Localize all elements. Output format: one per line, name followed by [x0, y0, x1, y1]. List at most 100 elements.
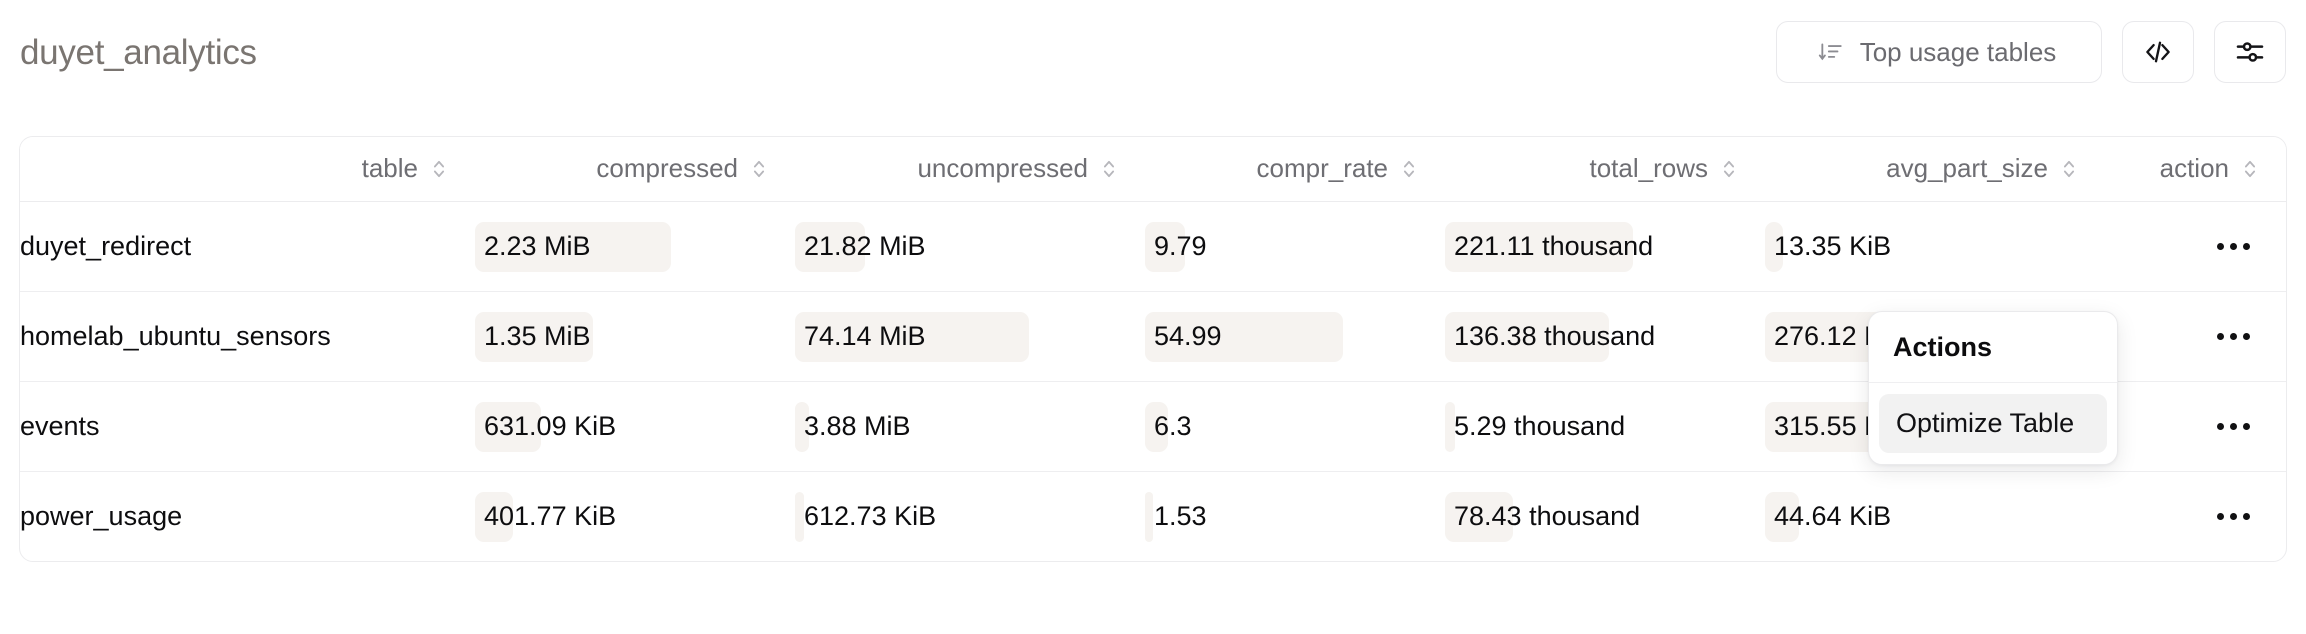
cell-table-name: duyet_redirect — [20, 201, 475, 291]
cell-action — [2105, 380, 2286, 471]
column-header-table-label: table — [361, 153, 418, 184]
column-header-compr-rate-label: compr_rate — [1256, 153, 1389, 184]
column-header-action-label: action — [2159, 153, 2229, 184]
cell-action — [2105, 290, 2286, 381]
sort-chevron-icon — [2063, 160, 2075, 177]
table-name-text: events — [20, 410, 100, 441]
row-actions-popup: Actions Optimize Table — [1868, 311, 2118, 465]
sort-chevron-icon — [1403, 160, 1415, 177]
ellipsis-icon — [2229, 512, 2237, 520]
cell-compressed: 2.23 MiB — [475, 201, 795, 291]
header-actions: Top usage tables — [1776, 21, 2286, 83]
ellipsis-icon — [2229, 242, 2237, 250]
compressed-value: 2.23 MiB — [484, 230, 591, 261]
total-rows-value: 5.29 thousand — [1454, 410, 1626, 441]
table-settings-button[interactable] — [2214, 21, 2286, 83]
ellipsis-icon — [2242, 242, 2250, 250]
cell-compressed: 401.77 KiB — [475, 470, 795, 561]
ellipsis-icon — [2216, 332, 2224, 340]
ellipsis-icon — [2216, 512, 2224, 520]
cell-total-rows: 78.43 thousand — [1445, 470, 1765, 561]
compressed-value: 631.09 KiB — [484, 410, 617, 441]
uncompressed-value: 612.73 KiB — [804, 500, 937, 531]
ellipsis-icon — [2216, 242, 2224, 250]
sort-chevron-icon — [1723, 160, 1735, 177]
cell-compr-rate: 6.3 — [1145, 380, 1445, 471]
page-root: duyet_analytics Top usage tables table c… — [0, 0, 2306, 634]
uncompressed-value: 74.14 MiB — [804, 320, 926, 351]
ellipsis-icon — [2229, 422, 2237, 430]
cell-table-name: power_usage — [20, 470, 475, 561]
cell-total-rows: 221.11 thousand — [1445, 201, 1765, 291]
avg-part-size-value: 44.64 KiB — [1774, 500, 1892, 531]
table-name-text: homelab_ubuntu_sensors — [20, 320, 331, 351]
column-header-uncompressed-label: uncompressed — [917, 153, 1088, 184]
cell-uncompressed: 21.82 MiB — [795, 201, 1145, 291]
actions-popup-title: Actions — [1869, 312, 2117, 383]
cell-action — [2105, 470, 2286, 561]
page-header: duyet_analytics Top usage tables — [0, 0, 2306, 104]
column-header-uncompressed[interactable]: uncompressed — [795, 137, 1145, 202]
sort-chevron-icon — [1103, 160, 1115, 177]
sort-descending-icon — [1818, 39, 1844, 65]
cell-uncompressed: 74.14 MiB — [795, 290, 1145, 381]
row-actions-menu-button[interactable] — [2211, 409, 2255, 443]
ellipsis-icon — [2242, 512, 2250, 520]
compr-rate-value: 9.79 — [1154, 230, 1207, 261]
table-row[interactable]: power_usage 401.77 KiB 612.73 KiB 1.53 7… — [20, 470, 2286, 561]
ellipsis-icon — [2229, 332, 2237, 340]
cell-uncompressed: 3.88 MiB — [795, 380, 1145, 471]
cell-compr-rate: 54.99 — [1145, 290, 1445, 381]
avg-part-size-value: 13.35 KiB — [1774, 230, 1892, 261]
cell-total-rows: 136.38 thousand — [1445, 290, 1765, 381]
uncompressed-value: 21.82 MiB — [804, 230, 926, 261]
compr-rate-value: 1.53 — [1154, 500, 1207, 531]
compr-rate-value: 54.99 — [1154, 320, 1222, 351]
total-rows-value: 78.43 thousand — [1454, 500, 1641, 531]
compressed-value: 1.35 MiB — [484, 320, 591, 351]
cell-compr-rate: 9.79 — [1145, 201, 1445, 291]
column-header-table[interactable]: table — [20, 137, 475, 202]
cell-table-name: events — [20, 380, 475, 471]
total-rows-value: 136.38 thousand — [1454, 320, 1656, 351]
row-actions-menu-button[interactable] — [2211, 229, 2255, 263]
cell-avg-part-size: 44.64 KiB — [1765, 470, 2105, 561]
table-head: table compressed uncompressed compr_rate… — [20, 137, 2286, 202]
column-header-total-rows-label: total_rows — [1589, 153, 1709, 184]
top-usage-tables-button[interactable]: Top usage tables — [1776, 21, 2102, 83]
row-actions-menu-button[interactable] — [2211, 319, 2255, 353]
cell-compressed: 631.09 KiB — [475, 380, 795, 471]
top-usage-tables-label: Top usage tables — [1859, 36, 2057, 67]
cell-total-rows: 5.29 thousand — [1445, 380, 1765, 471]
column-header-compressed-label: compressed — [596, 153, 738, 184]
ellipsis-icon — [2216, 422, 2224, 430]
cell-avg-part-size: 13.35 KiB — [1765, 201, 2105, 291]
code-view-button[interactable] — [2122, 21, 2194, 83]
ellipsis-icon — [2242, 422, 2250, 430]
column-header-total-rows[interactable]: total_rows — [1445, 137, 1765, 202]
ellipsis-icon — [2242, 332, 2250, 340]
column-header-compressed[interactable]: compressed — [475, 137, 795, 202]
compr-rate-value: 6.3 — [1154, 410, 1192, 441]
compressed-value: 401.77 KiB — [484, 500, 617, 531]
table-header-row: table compressed uncompressed compr_rate… — [20, 137, 2286, 202]
row-actions-menu-button[interactable] — [2211, 499, 2255, 533]
table-name-text: duyet_redirect — [20, 230, 192, 261]
cell-table-name: homelab_ubuntu_sensors — [20, 290, 475, 381]
cell-uncompressed: 612.73 KiB — [795, 470, 1145, 561]
column-header-avg-part-size[interactable]: avg_part_size — [1765, 137, 2105, 202]
table-row[interactable]: duyet_redirect 2.23 MiB 21.82 MiB 9.79 2… — [20, 201, 2286, 291]
total-rows-value: 221.11 thousand — [1454, 230, 1654, 261]
sort-chevron-icon — [2244, 160, 2256, 177]
sliders-icon — [2234, 36, 2266, 68]
menu-item-optimize-table[interactable]: Optimize Table — [1879, 394, 2107, 453]
sort-chevron-icon — [433, 160, 445, 177]
column-header-compr-rate[interactable]: compr_rate — [1145, 137, 1445, 202]
cell-compr-rate: 1.53 — [1145, 470, 1445, 561]
column-header-action[interactable]: action — [2105, 137, 2286, 202]
table-name-text: power_usage — [20, 500, 183, 531]
uncompressed-value: 3.88 MiB — [804, 410, 911, 441]
cell-action — [2105, 201, 2286, 291]
column-header-avg-part-size-label: avg_part_size — [1886, 153, 2048, 184]
code-icon — [2143, 37, 2173, 67]
